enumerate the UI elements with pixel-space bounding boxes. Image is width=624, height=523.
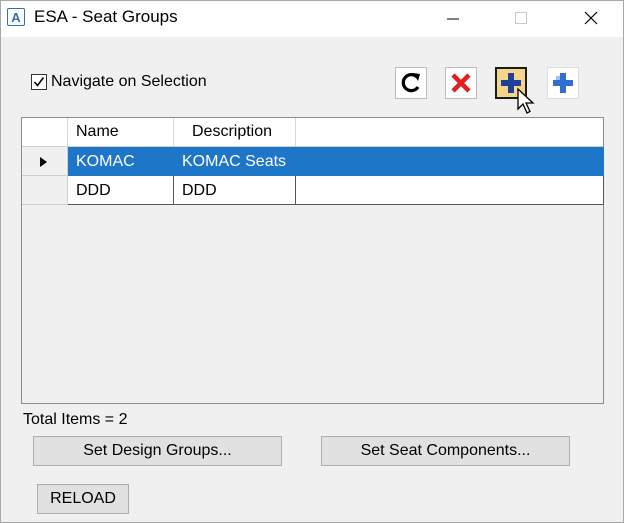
column-header-name[interactable]: Name (68, 118, 174, 146)
seat-groups-grid[interactable]: Name Description KOMAC KOMAC Seats DDD D… (21, 117, 604, 404)
table-row[interactable]: DDD DDD (22, 176, 606, 205)
svg-text:A: A (11, 10, 21, 25)
seat-groups-window: A ESA - Seat Groups Navigate on Selectio… (0, 0, 624, 523)
app-icon: A (7, 8, 25, 26)
row-header[interactable] (22, 147, 68, 176)
close-button[interactable] (561, 1, 621, 35)
window-title: ESA - Seat Groups (34, 7, 178, 26)
set-seat-components-button[interactable]: Set Seat Components... (321, 436, 570, 466)
table-row[interactable]: KOMAC KOMAC Seats (22, 147, 606, 176)
cell-description[interactable]: KOMAC Seats (174, 147, 296, 176)
maximize-button[interactable] (491, 1, 551, 35)
minimize-button[interactable] (423, 1, 483, 35)
navigate-on-selection-label: Navigate on Selection (51, 73, 207, 90)
reload-button[interactable]: RELOAD (37, 484, 129, 514)
navigate-on-selection-checkbox[interactable]: Navigate on Selection (31, 72, 207, 92)
row-header[interactable] (22, 176, 68, 205)
row-header-corner (22, 118, 68, 146)
grid-header: Name Description (22, 118, 603, 147)
checkmark-icon (33, 77, 45, 87)
close-icon (584, 11, 598, 25)
maximize-icon (515, 12, 527, 24)
delete-x-icon (451, 73, 471, 93)
title-bar[interactable]: A ESA - Seat Groups (1, 1, 623, 37)
minimize-icon (447, 18, 459, 20)
delete-button[interactable] (445, 67, 477, 99)
cell-name[interactable]: DDD (68, 176, 174, 205)
total-items-label: Total Items = 2 (23, 411, 128, 428)
column-header-description[interactable]: Description (174, 118, 296, 146)
add-sub-button[interactable] (547, 67, 579, 99)
current-row-arrow-icon (40, 157, 47, 167)
refresh-icon (401, 73, 420, 93)
refresh-button[interactable] (395, 67, 427, 99)
mouse-cursor-icon (517, 87, 535, 114)
plus-icon (553, 73, 573, 93)
cell-description[interactable]: DDD (174, 176, 296, 205)
cell-name[interactable]: KOMAC (68, 147, 174, 176)
checkbox-box[interactable] (31, 74, 47, 90)
set-design-groups-button[interactable]: Set Design Groups... (33, 436, 282, 466)
